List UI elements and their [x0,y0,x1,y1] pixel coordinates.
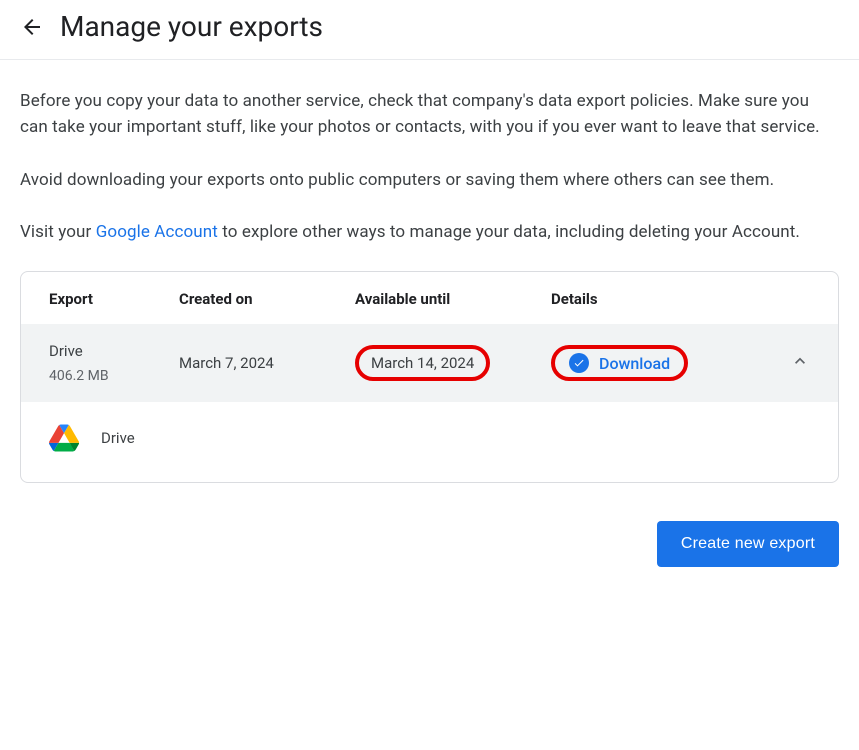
cell-until: March 14, 2024 [355,345,551,381]
row-detail: Drive [21,402,838,482]
th-created: Created on [179,290,355,308]
download-link[interactable]: Download [599,354,670,373]
page-header: Manage your exports [0,0,859,60]
available-until-highlight: March 14, 2024 [355,345,490,381]
page-title: Manage your exports [60,10,323,43]
footer: Create new export [0,503,859,591]
table-row: Drive 406.2 MB March 7, 2024 March 14, 2… [21,324,838,402]
th-export: Export [49,290,179,308]
exports-card: Export Created on Available until Detail… [20,271,839,483]
th-until: Available until [355,290,551,308]
check-icon [569,353,589,373]
chevron-up-icon [790,356,810,375]
cell-details: Download [551,345,770,381]
th-details: Details [551,290,810,308]
cell-export: Drive 406.2 MB [49,342,179,384]
export-size: 406.2 MB [49,368,179,384]
content-area: Before you copy your data to another ser… [0,60,859,503]
download-highlight: Download [551,345,688,381]
available-until-date: March 14, 2024 [371,354,474,372]
export-name: Drive [49,342,179,360]
drive-icon [49,424,79,452]
cell-created: March 7, 2024 [179,354,355,372]
google-account-link[interactable]: Google Account [96,222,218,242]
detail-label: Drive [101,429,135,447]
expand-toggle[interactable] [770,351,810,375]
intro-p1: Before you copy your data to another ser… [20,88,839,141]
intro-text: Before you copy your data to another ser… [20,88,839,245]
intro-p3: Visit your Google Account to explore oth… [20,219,839,245]
create-new-export-button[interactable]: Create new export [657,521,839,567]
intro-p2: Avoid downloading your exports onto publ… [20,167,839,193]
back-arrow-icon[interactable] [20,15,44,39]
table-header: Export Created on Available until Detail… [21,272,838,324]
